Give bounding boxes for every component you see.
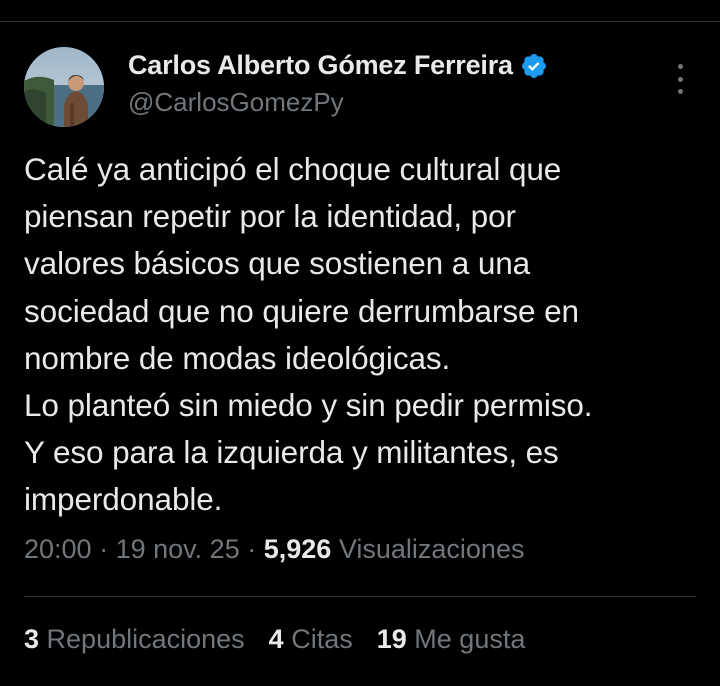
verified-badge-icon[interactable] — [520, 52, 548, 80]
avatar[interactable] — [24, 47, 104, 127]
tweet-text-line: valores básicos que sostienen a una — [24, 245, 531, 282]
likes-label: Me gusta — [414, 624, 526, 654]
quotes-label: Citas — [291, 624, 353, 654]
views-label[interactable]: Visualizaciones — [339, 534, 525, 564]
top-divider — [0, 21, 720, 22]
tweet-text-line: Lo planteó sin miedo y sin pedir permiso… — [24, 387, 593, 424]
more-options-icon[interactable] — [672, 64, 688, 94]
meta-separator: · — [99, 534, 109, 564]
views-count[interactable]: 5,926 — [264, 534, 332, 564]
quotes-count: 4 — [268, 624, 284, 654]
tweet-text-line: nombre de modas ideológicas. — [24, 339, 451, 376]
stats-divider — [24, 596, 696, 597]
reposts-label: Republicaciones — [46, 624, 245, 654]
tweet-text-line: piensan repetir por la identidad, por — [24, 198, 516, 235]
quotes-stat[interactable]: 4 Citas — [269, 624, 353, 655]
engagement-stats: 3 Republicaciones 4 Citas 19 Me gusta — [24, 624, 549, 655]
reposts-count: 3 — [24, 624, 40, 654]
tweet-meta: 20:00 · 19 nov. 25 · 5,926 Visualizacion… — [24, 534, 524, 565]
avatar-image — [24, 47, 104, 127]
author-handle[interactable]: @CarlosGomezPy — [128, 87, 344, 118]
author-name-row[interactable]: Carlos Alberto Gómez Ferreira — [128, 50, 548, 81]
author-display-name[interactable]: Carlos Alberto Gómez Ferreira — [128, 50, 513, 81]
tweet-date[interactable]: 19 nov. 25 — [116, 534, 240, 564]
tweet-text-line: Calé ya anticipó el choque cultural que — [24, 151, 562, 187]
likes-count: 19 — [376, 624, 407, 654]
tweet-time[interactable]: 20:00 — [24, 534, 92, 564]
tweet-text-line: sociedad que no quiere derrumbarse en — [24, 292, 579, 329]
tweet-text-line: Y eso para la izquierda y militantes, es — [24, 434, 559, 471]
meta-separator: · — [247, 534, 257, 564]
tweet-text-line: imperdonable. — [24, 481, 223, 518]
likes-stat[interactable]: 19 Me gusta — [377, 624, 526, 655]
tweet-text: Calé ya anticipó el choque cultural que … — [24, 146, 704, 524]
reposts-stat[interactable]: 3 Republicaciones — [24, 624, 245, 655]
